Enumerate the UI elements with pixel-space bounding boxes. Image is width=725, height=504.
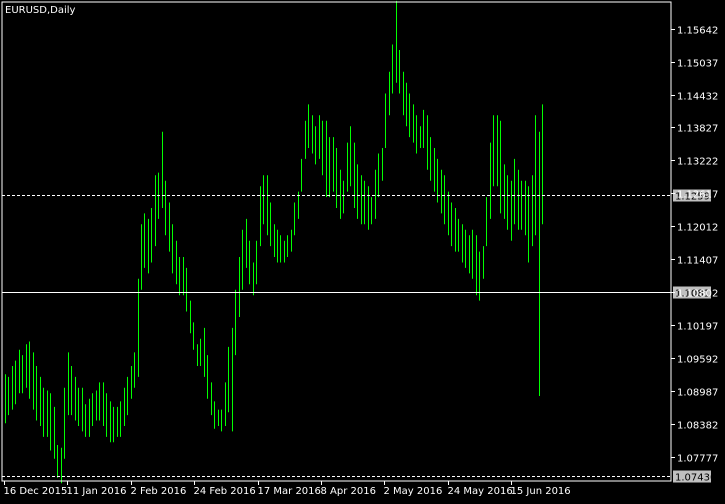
chart-window[interactable]: 1.12595 1.10812 1.07430 1.15642 1.15037 1.144… [0, 0, 725, 500]
x-tick-label: 17 Mar 2016 [258, 486, 321, 497]
y-tick-label: 1.10802 [677, 289, 718, 300]
y-tick-label: 1.12012 [677, 223, 718, 234]
x-tick-label: 11 Jan 2016 [67, 486, 127, 497]
y-tick-label: 1.08987 [677, 388, 718, 399]
x-tick-label: 2 May 2016 [384, 486, 443, 497]
chart-title: EURUSD,Daily [5, 5, 76, 16]
y-tick-label: 1.12617 [677, 190, 718, 201]
y-tick-label: 1.15642 [677, 26, 718, 37]
y-tick-label: 1.13222 [677, 157, 718, 168]
x-tick-label: 24 Feb 2016 [194, 486, 256, 497]
x-tick-label: 2 Feb 2016 [131, 486, 187, 497]
y-tick-label: 1.14432 [677, 92, 718, 103]
y-tick-label: 1.08382 [677, 421, 718, 432]
y-tick-label: 1.09592 [677, 355, 718, 366]
x-tick-label: 24 May 2016 [448, 486, 513, 497]
y-tick-label: 1.13827 [677, 124, 718, 135]
price-label-text: 1.07430 [675, 473, 716, 484]
chart-background [0, 0, 725, 500]
price-chart[interactable]: 1.125951.108121.074301.156421.150371.144… [0, 0, 725, 500]
y-tick-label: 1.07777 [677, 454, 718, 465]
y-tick-label: 1.15037 [677, 59, 718, 70]
y-tick-label: 1.10197 [677, 322, 718, 333]
x-tick-label: 15 Jun 2016 [511, 486, 571, 497]
y-tick-label: 1.11407 [677, 256, 718, 267]
x-tick-label: 16 Dec 2015 [4, 486, 68, 497]
x-tick-label: 8 Apr 2016 [321, 486, 376, 497]
